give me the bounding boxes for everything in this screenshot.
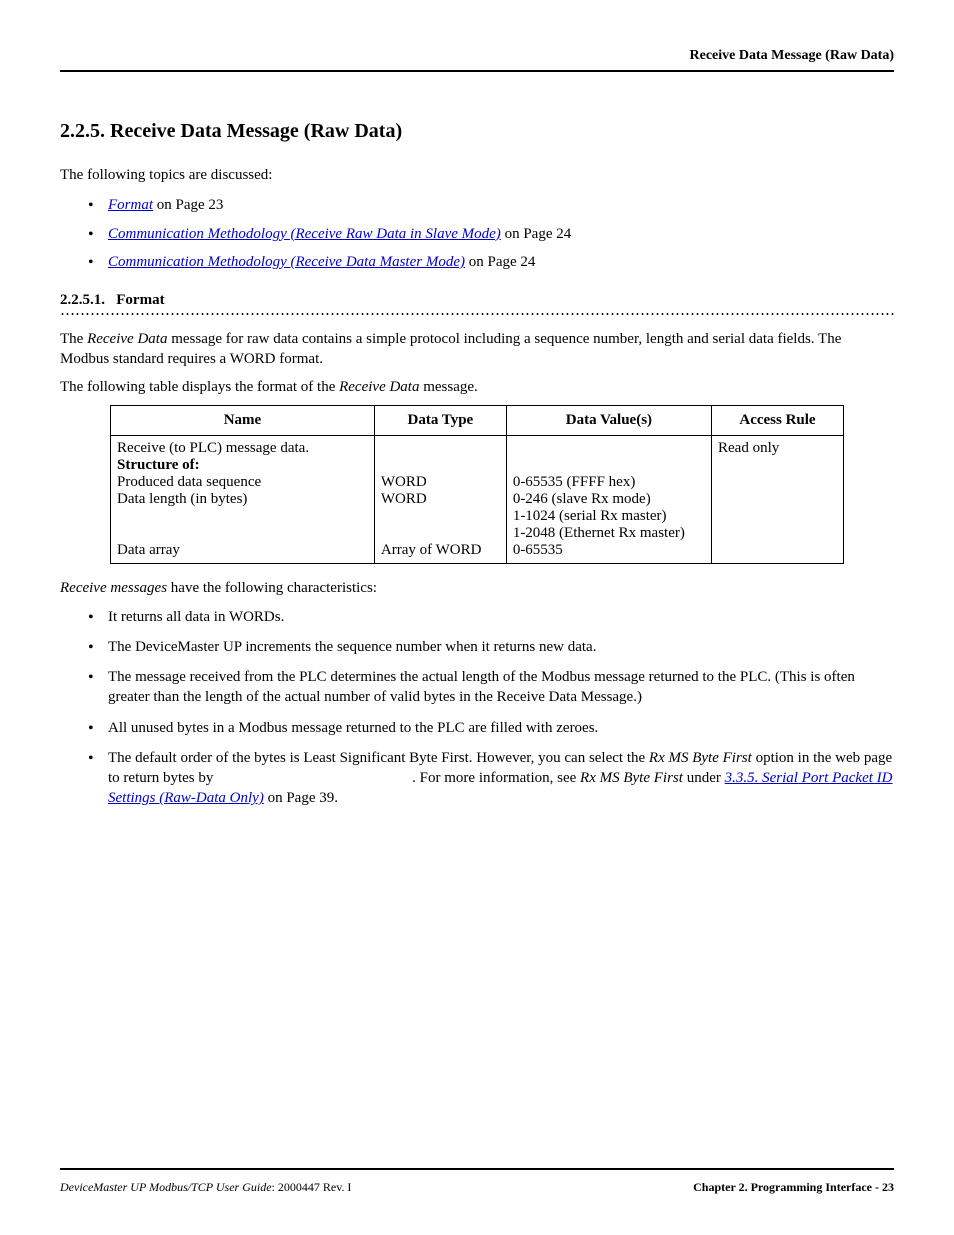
footer-right: Chapter 2. Programming Interface - 23 — [693, 1180, 894, 1195]
running-header: Receive Data Message (Raw Data) — [60, 48, 894, 64]
header-rule — [60, 70, 894, 72]
col-name: Name — [111, 406, 375, 436]
toc-list: Format on Page 23 Communication Methodol… — [88, 194, 894, 274]
cell-type: WORD WORD Array of WORD — [374, 436, 506, 564]
list-item: The DeviceMaster UP increments the seque… — [88, 637, 894, 657]
line: Data length (in bytes) — [117, 491, 247, 507]
intro-text: The following topics are discussed: — [60, 167, 894, 184]
section-number: 2.2.5. — [60, 120, 105, 142]
footer: DeviceMaster UP Modbus/TCP User Guide: 2… — [60, 1168, 894, 1195]
text: on Page 39. — [264, 790, 338, 806]
subsection-number: 2.2.5.1. — [60, 292, 105, 308]
toc-tail: on Page 23 — [153, 197, 223, 213]
footer-guide-title: DeviceMaster UP Modbus/TCP User Guide — [60, 1180, 272, 1194]
text: The default order of the bytes is Least … — [108, 750, 649, 766]
link-comm-master[interactable]: Communication Methodology (Receive Data … — [108, 254, 465, 270]
toc-item: Format on Page 23 — [88, 194, 894, 217]
subsection-title-text: Format — [116, 292, 164, 308]
line: Array of WORD — [381, 542, 482, 558]
cell-values: 0-65535 (FFFF hex) 0-246 (slave Rx mode)… — [506, 436, 711, 564]
rx-ms-em: Rx MS Byte First — [580, 770, 683, 786]
line: 0-65535 — [513, 542, 563, 558]
subsection-title: 2.2.5.1. Format — [60, 292, 894, 309]
line: Produced data sequence — [117, 474, 261, 490]
list-item: It returns all data in WORDs. — [88, 607, 894, 627]
receive-data-em: Receive Data — [339, 379, 419, 395]
cell-name: Receive (to PLC) message data. Structure… — [111, 436, 375, 564]
line: 1-2048 (Ethernet Rx master) — [513, 525, 685, 541]
format-p1: The Receive Data message for raw data co… — [60, 329, 894, 370]
link-format[interactable]: Format — [108, 197, 153, 213]
text: message for raw data contains a simple p… — [60, 331, 841, 367]
col-type: Data Type — [374, 406, 506, 436]
link-comm-slave[interactable]: Communication Methodology (Receive Raw D… — [108, 226, 501, 242]
format-table: Name Data Type Data Value(s) Access Rule… — [110, 405, 844, 564]
characteristics-list: It returns all data in WORDs. The Device… — [88, 607, 894, 809]
table-row: Receive (to PLC) message data. Structure… — [111, 436, 844, 564]
gap — [217, 770, 412, 786]
line: Structure of: — [117, 457, 200, 473]
line: WORD — [381, 491, 427, 507]
receive-data-em: Receive Data — [87, 331, 167, 347]
footer-rev: : 2000447 Rev. I — [272, 1180, 352, 1194]
line: 0-65535 (FFFF hex) — [513, 474, 636, 490]
col-rule: Access Rule — [712, 406, 844, 436]
list-item: The message received from the PLC determ… — [88, 667, 894, 708]
rx-ms-em: Rx MS Byte First — [649, 750, 752, 766]
footer-row: DeviceMaster UP Modbus/TCP User Guide: 2… — [60, 1180, 894, 1195]
toc-tail: on Page 24 — [465, 254, 535, 270]
toc-item: Communication Methodology (Receive Raw D… — [88, 223, 894, 246]
line: 1-1024 (serial Rx master) — [513, 508, 667, 524]
footer-rule — [60, 1168, 894, 1170]
table-header-row: Name Data Type Data Value(s) Access Rule — [111, 406, 844, 436]
text: under — [683, 770, 725, 786]
text: message. — [419, 379, 477, 395]
toc-tail: on Page 24 — [501, 226, 571, 242]
cell-rule: Read only — [712, 436, 844, 564]
line: WORD — [381, 474, 427, 490]
section-title: 2.2.5. Receive Data Message (Raw Data) — [60, 120, 894, 143]
line: Data array — [117, 542, 180, 558]
receive-messages-em: Receive messages — [60, 580, 167, 596]
section-title-text: Receive Data Message (Raw Data) — [110, 120, 402, 142]
toc-item: Communication Methodology (Receive Data … — [88, 251, 894, 274]
col-values: Data Value(s) — [506, 406, 711, 436]
list-item: The default order of the bytes is Least … — [88, 748, 894, 809]
text: The — [60, 331, 87, 347]
line: Receive (to PLC) message data. — [117, 440, 309, 456]
format-p2: The following table displays the format … — [60, 377, 894, 397]
text: . For more information, see — [412, 770, 580, 786]
text: The following table displays the format … — [60, 379, 339, 395]
list-item: All unused bytes in a Modbus message ret… — [88, 718, 894, 738]
characteristics-intro: Receive messages have the following char… — [60, 578, 894, 598]
text: have the following characteristics: — [167, 580, 377, 596]
dotted-rule — [60, 313, 894, 315]
line: 0-246 (slave Rx mode) — [513, 491, 651, 507]
footer-left: DeviceMaster UP Modbus/TCP User Guide: 2… — [60, 1180, 351, 1195]
